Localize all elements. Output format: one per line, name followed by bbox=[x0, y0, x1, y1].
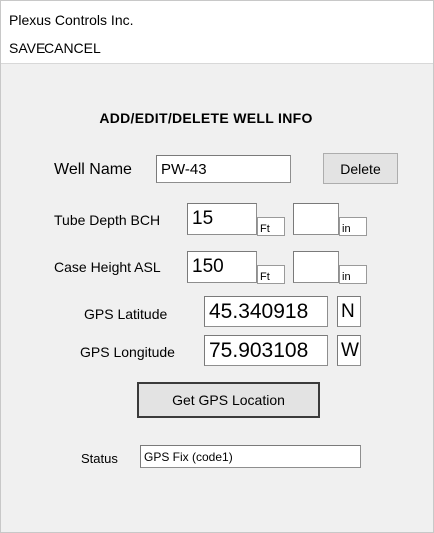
header-area: Plexus Controls Inc. SAVE CANCEL bbox=[1, 1, 433, 64]
delete-button[interactable]: Delete bbox=[323, 153, 398, 184]
case-height-label: Case Height ASL bbox=[54, 259, 161, 275]
case-height-ft-unit: Ft bbox=[257, 265, 285, 284]
tube-depth-ft-unit: Ft bbox=[257, 217, 285, 236]
latitude-hemisphere-field[interactable]: N bbox=[337, 296, 361, 327]
tube-depth-in-input[interactable] bbox=[293, 203, 339, 235]
get-gps-location-button[interactable]: Get GPS Location bbox=[137, 382, 320, 418]
well-name-input[interactable]: PW-43 bbox=[156, 155, 291, 183]
gps-longitude-label: GPS Longitude bbox=[80, 344, 175, 360]
well-info-window: Plexus Controls Inc. SAVE CANCEL ADD/EDI… bbox=[0, 0, 434, 533]
gps-latitude-label: GPS Latitude bbox=[84, 306, 168, 322]
status-label: Status bbox=[81, 451, 118, 466]
case-height-in-input[interactable] bbox=[293, 251, 339, 283]
gps-longitude-input[interactable]: 75.903108 bbox=[204, 335, 328, 366]
status-field: GPS Fix (code1) bbox=[140, 445, 361, 468]
save-menu-item[interactable]: SAVE bbox=[9, 40, 45, 56]
case-height-in-unit: in bbox=[339, 265, 367, 284]
tube-depth-in-unit: in bbox=[339, 217, 367, 236]
well-name-label: Well Name bbox=[54, 161, 132, 178]
gps-latitude-input[interactable]: 45.340918 bbox=[204, 296, 328, 327]
tube-depth-label: Tube Depth BCH bbox=[54, 212, 161, 228]
cancel-menu-item[interactable]: CANCEL bbox=[44, 40, 101, 56]
case-height-ft-input[interactable]: 150 bbox=[187, 251, 257, 283]
app-title: Plexus Controls Inc. bbox=[9, 12, 134, 28]
tube-depth-ft-input[interactable]: 15 bbox=[187, 203, 257, 235]
longitude-hemisphere-field[interactable]: W bbox=[337, 335, 361, 366]
form-heading: ADD/EDIT/DELETE WELL INFO bbox=[99, 110, 313, 126]
